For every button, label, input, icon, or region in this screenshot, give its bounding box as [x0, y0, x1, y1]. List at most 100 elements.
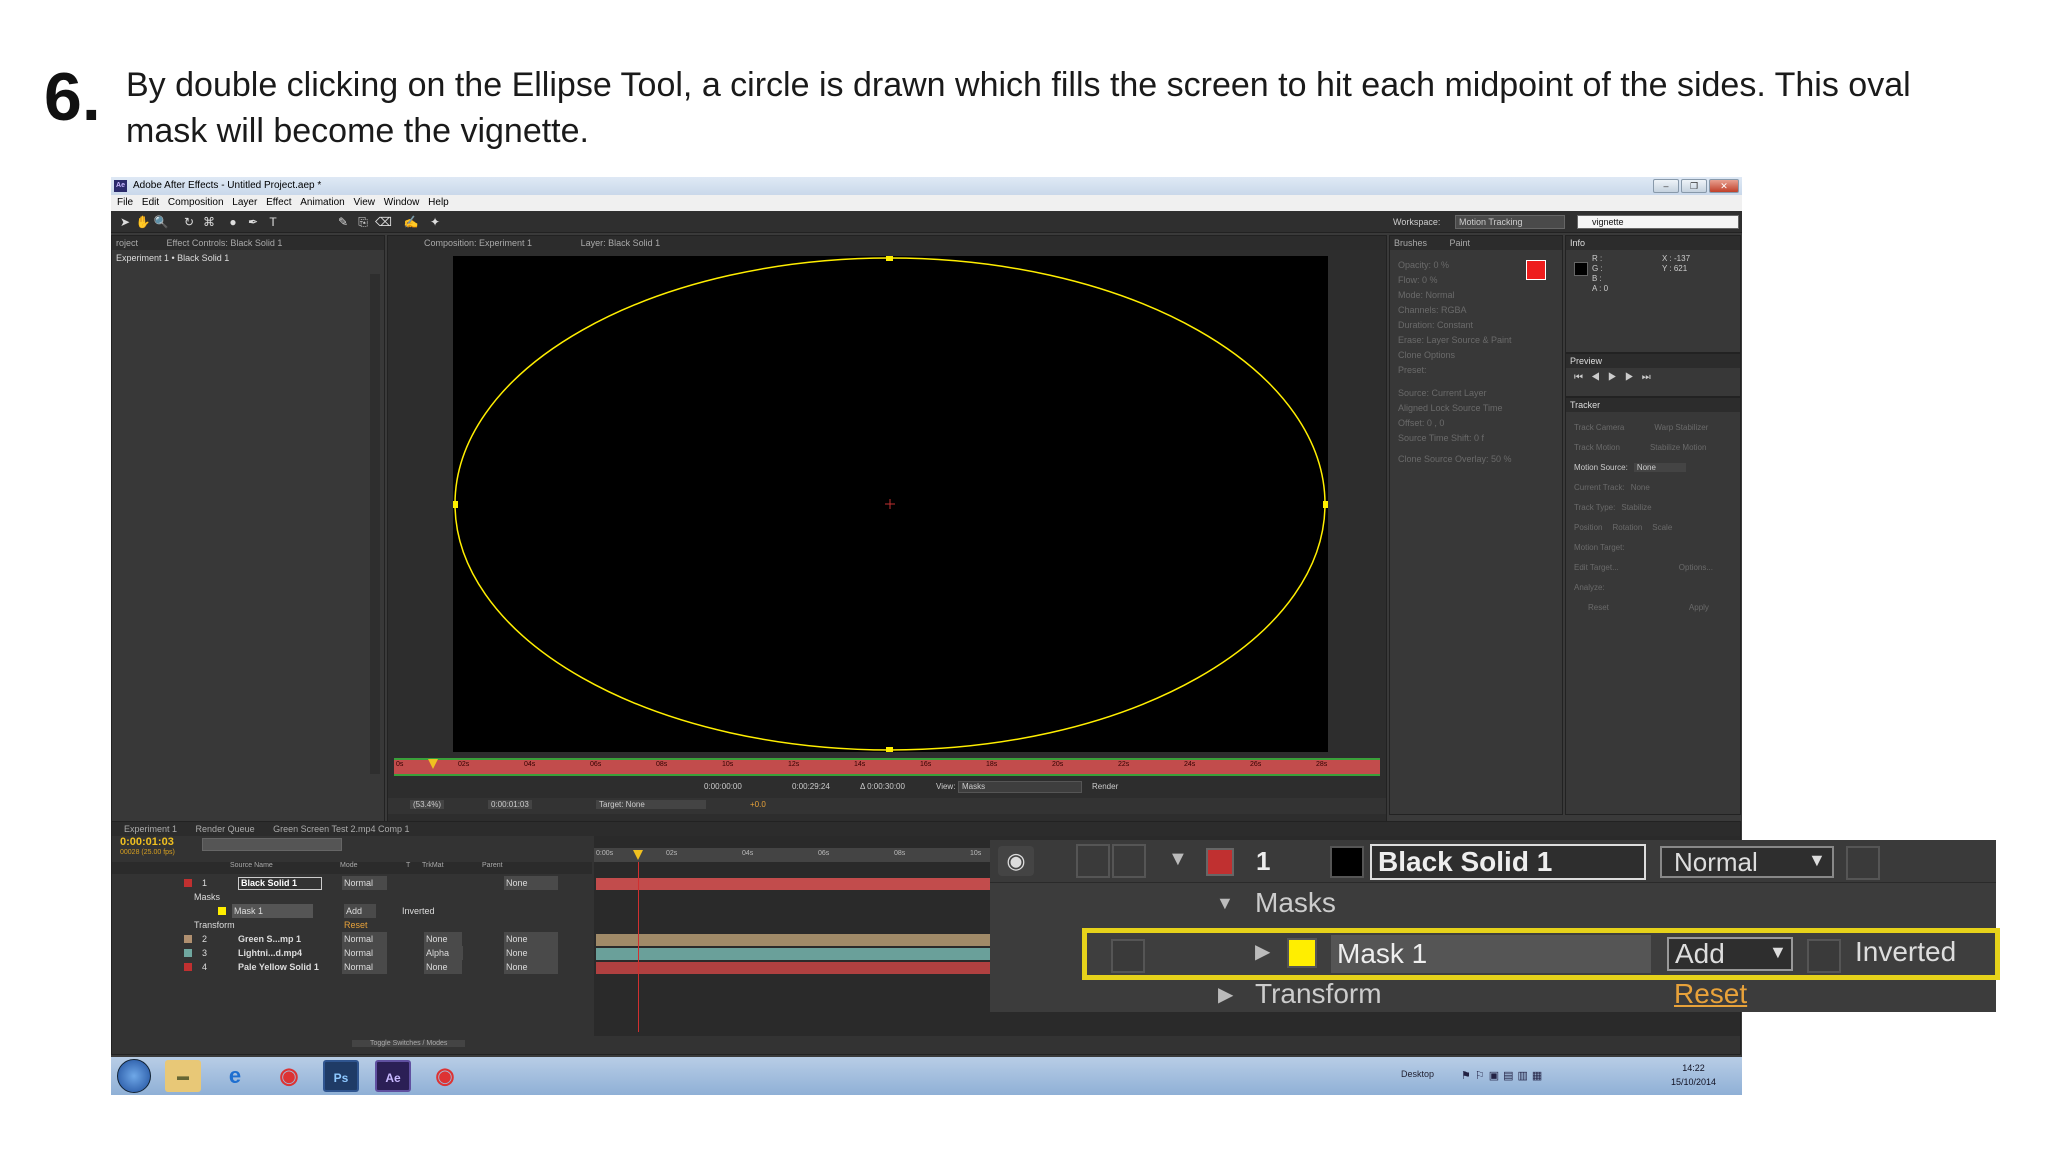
tab-green-screen-comp[interactable]: Green Screen Test 2.mp4 Comp 1	[273, 824, 409, 834]
layer-trkmat-select[interactable]: None	[424, 932, 462, 946]
layer-label-color[interactable]	[184, 963, 192, 971]
chrome-icon[interactable]: ◉	[427, 1060, 463, 1092]
solo-toggle[interactable]	[1112, 844, 1146, 878]
layer-canvas[interactable]	[452, 255, 1329, 753]
options-button[interactable]: Options...	[1679, 563, 1713, 572]
track-camera-button[interactable]: Track Camera	[1574, 423, 1624, 432]
time-indicator-head-icon[interactable]	[633, 850, 643, 860]
layer-name[interactable]: Lightni...d.mp4	[238, 946, 302, 960]
position-checkbox[interactable]: Position	[1574, 523, 1602, 532]
current-time-indicator[interactable]	[638, 862, 639, 1032]
layer-name[interactable]: Green S...mp 1	[238, 932, 301, 946]
menu-view[interactable]: View	[354, 197, 376, 208]
mask-row[interactable]: Mask 1 Add Inverted	[112, 904, 592, 918]
photoshop-icon[interactable]: Ps	[323, 1060, 359, 1092]
mask-switch-box[interactable]	[1111, 939, 1145, 973]
puppet-tool-icon[interactable]: ✦	[427, 214, 443, 230]
zoom-mask-name[interactable]: Mask 1	[1331, 935, 1651, 973]
rotate-tool-icon[interactable]: ↻	[181, 214, 197, 230]
visibility-eye-icon[interactable]: ◉	[998, 846, 1034, 876]
warp-stabilizer-button[interactable]: Warp Stabilizer	[1654, 423, 1708, 432]
taskbar-clock[interactable]: 14:22 15/10/2014	[1671, 1061, 1716, 1089]
ellipse-tool-icon[interactable]: ●	[225, 214, 241, 230]
layer-label-color[interactable]	[184, 949, 192, 957]
masks-expand-icon[interactable]: ▼	[1216, 893, 1234, 914]
layer-mode-select[interactable]: Normal	[342, 932, 388, 946]
layer-parent-select[interactable]: None	[504, 960, 558, 974]
menu-layer[interactable]: Layer	[232, 197, 257, 208]
layer-switch-box[interactable]	[1846, 846, 1880, 880]
audio-toggle[interactable]	[1076, 844, 1110, 878]
zoom-tool-icon[interactable]: 🔍	[153, 214, 169, 230]
tab-paint[interactable]: Paint	[1450, 238, 1471, 248]
view-select[interactable]: Masks	[958, 781, 1082, 793]
layer-time-ruler[interactable]: 0s 02s 04s 06s 08s 10s 12s 14s 16s 18s 2…	[394, 758, 1380, 776]
effect-controls-scrollbar[interactable]	[370, 274, 380, 774]
mode-dropdown-arrow-icon[interactable]: ▼	[1808, 850, 1826, 871]
reset-button[interactable]: Reset	[1588, 603, 1609, 612]
toggle-switches-modes-button[interactable]: Toggle Switches / Modes	[352, 1040, 466, 1047]
target-select[interactable]: Target: None	[596, 800, 706, 809]
stabilize-motion-button[interactable]: Stabilize Motion	[1650, 443, 1706, 452]
mask-vertex-top[interactable]	[886, 255, 893, 261]
exposure-value[interactable]: +0.0	[750, 800, 766, 809]
tab-effect-controls[interactable]: Effect Controls: Black Solid 1	[167, 238, 283, 248]
brush-tool-icon[interactable]: ✎	[335, 214, 351, 230]
eraser-tool-icon[interactable]: ⌫	[375, 214, 392, 230]
layer-mode-select[interactable]: Normal	[342, 946, 388, 960]
out-point-time[interactable]: 0:00:29:24	[792, 782, 830, 791]
layer-parent-select[interactable]: None	[504, 932, 558, 946]
layer-parent-select[interactable]: None	[504, 946, 558, 960]
transform-group[interactable]: Transform Reset	[194, 918, 394, 932]
layer-row[interactable]: 4 Pale Yellow Solid 1 Normal None None	[112, 960, 592, 974]
in-point-time[interactable]: 0:00:00:00	[704, 782, 742, 791]
tab-render-queue[interactable]: Render Queue	[196, 824, 255, 834]
edit-target-button[interactable]: Edit Target...	[1574, 563, 1619, 572]
tab-project[interactable]: roject	[116, 238, 138, 248]
zoom-layer-name[interactable]: Black Solid 1	[1370, 844, 1646, 880]
mask-name[interactable]: Mask 1	[232, 904, 314, 918]
search-help-input[interactable]: vignette	[1577, 215, 1739, 229]
mask-color-swatch[interactable]	[1287, 938, 1317, 968]
menu-composition[interactable]: Composition	[168, 197, 224, 208]
restore-button[interactable]: ❐	[1681, 179, 1707, 193]
layer-parent-select[interactable]: None	[504, 876, 558, 890]
mask-inverted-checkbox[interactable]: Inverted	[402, 904, 435, 918]
track-motion-button[interactable]: Track Motion	[1574, 443, 1620, 452]
menu-window[interactable]: Window	[384, 197, 420, 208]
mask-vertex-left[interactable]	[452, 501, 458, 508]
magnification-select[interactable]: (53.4%)	[410, 800, 445, 809]
preview-transport-controls[interactable]: ⏮◀▶▶⏭	[1574, 372, 1659, 383]
tab-preview[interactable]: Preview	[1566, 354, 1740, 368]
layer-mode-select[interactable]: Normal	[342, 960, 388, 974]
menu-animation[interactable]: Animation	[300, 197, 344, 208]
file-explorer-icon[interactable]: ▬	[165, 1060, 201, 1092]
motion-source-select[interactable]: None	[1633, 463, 1686, 472]
mask-vertex-bottom[interactable]	[886, 747, 893, 753]
tab-tracker[interactable]: Tracker	[1566, 398, 1740, 412]
minimize-button[interactable]: –	[1653, 179, 1679, 193]
tab-experiment-1[interactable]: Experiment 1	[124, 824, 177, 834]
current-time-display[interactable]: 0:00:01:03	[488, 800, 532, 809]
layer-time-indicator-icon[interactable]	[428, 759, 438, 769]
after-effects-icon[interactable]: Ae	[375, 1060, 411, 1092]
menu-help[interactable]: Help	[428, 197, 449, 208]
layer-label-color[interactable]	[184, 879, 192, 887]
selection-tool-icon[interactable]: ➤	[117, 214, 133, 230]
tab-brushes[interactable]: Brushes	[1394, 238, 1427, 248]
mask-vertex-right[interactable]	[1323, 501, 1329, 508]
system-tray-icons[interactable]: ⚑⚐▣▤▥▦	[1461, 1069, 1546, 1082]
mask-mode-dropdown-arrow-icon[interactable]: ▼	[1769, 942, 1787, 963]
chrome-icon[interactable]: ◉	[271, 1060, 307, 1092]
pen-tool-icon[interactable]: ✒	[245, 214, 261, 230]
close-button[interactable]: ✕	[1709, 179, 1739, 193]
text-tool-icon[interactable]: T	[265, 214, 281, 230]
mask-color-swatch[interactable]	[218, 907, 226, 915]
zoom-transform-label[interactable]: Transform	[1255, 978, 1382, 1010]
track-type-select[interactable]: Stabilize	[1621, 503, 1651, 512]
rotation-checkbox[interactable]: Rotation	[1612, 523, 1642, 532]
tab-composition[interactable]: Composition: Experiment 1	[424, 238, 532, 248]
transform-reset-link[interactable]: Reset	[344, 918, 368, 932]
menu-effect[interactable]: Effect	[266, 197, 291, 208]
workspace-select[interactable]: Motion Tracking	[1455, 215, 1565, 229]
